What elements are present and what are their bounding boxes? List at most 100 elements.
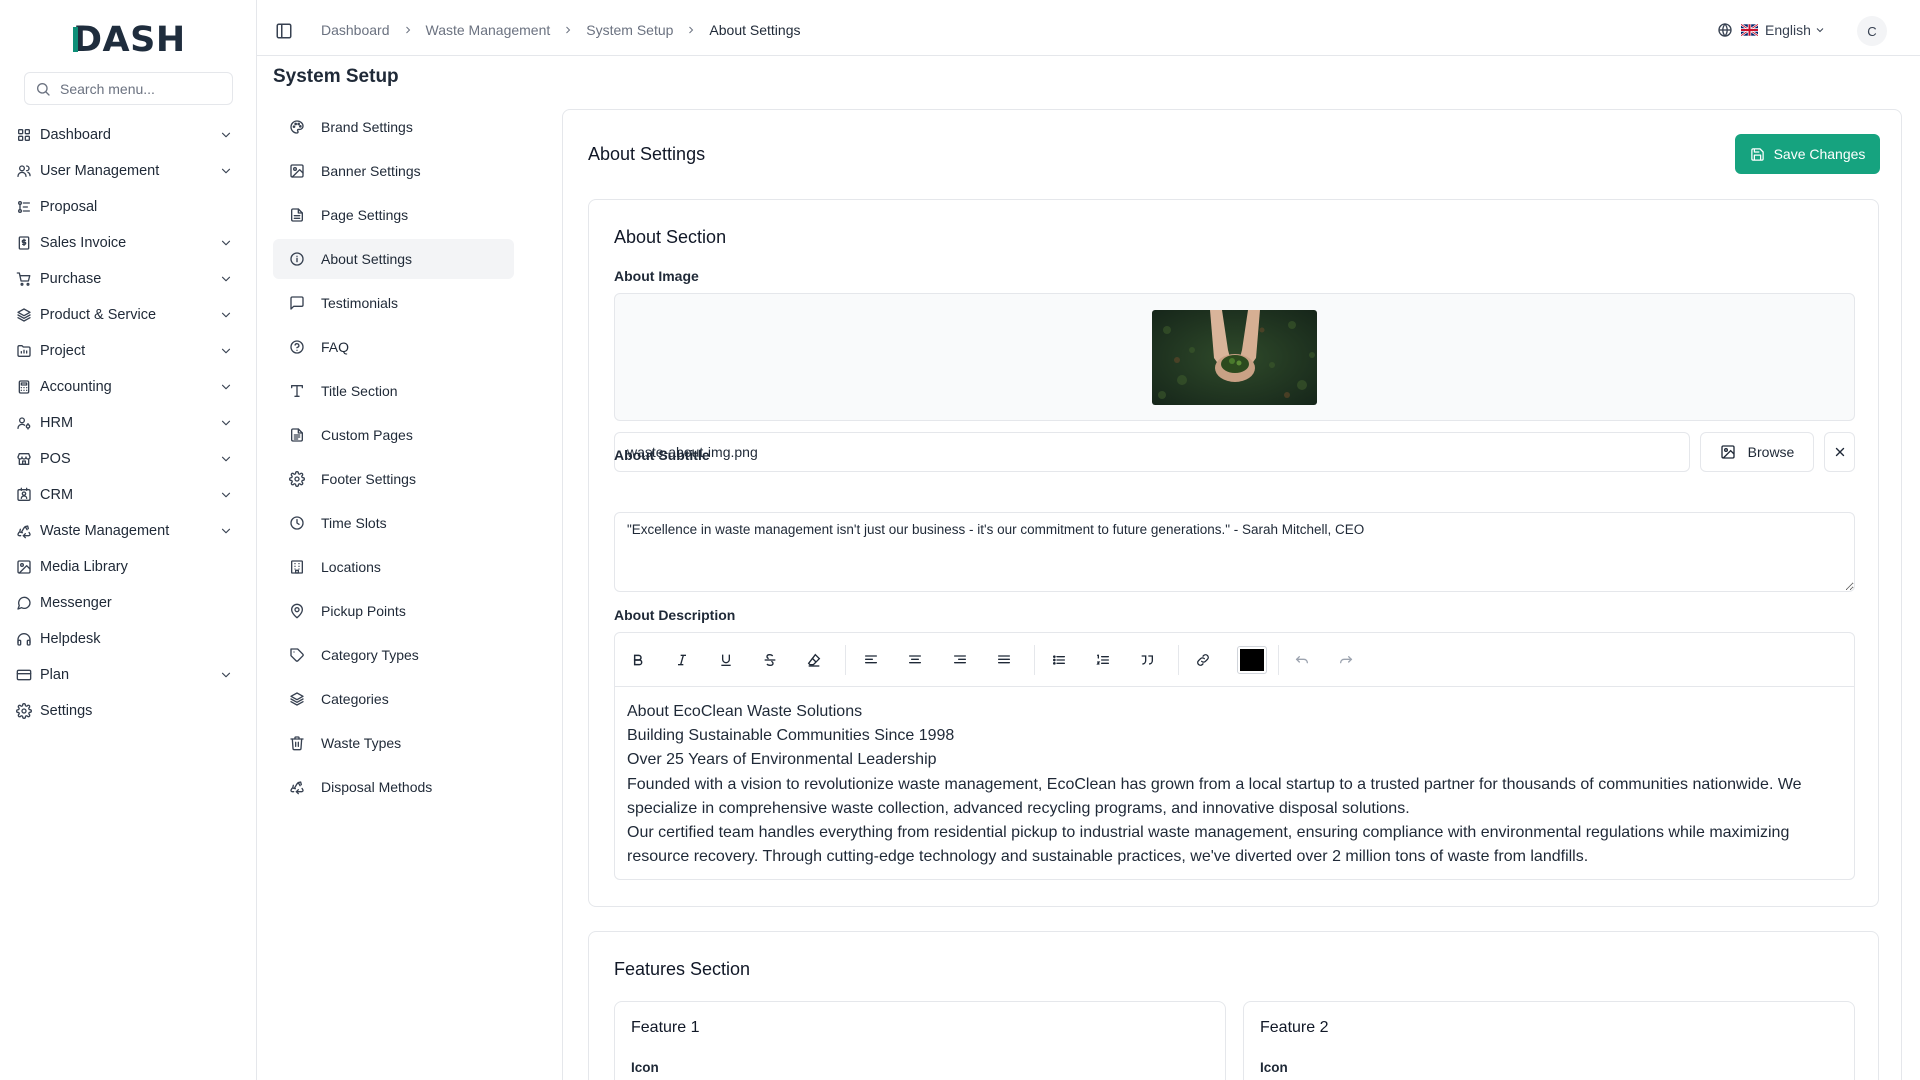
breadcrumb-dashboard[interactable]: Dashboard [321, 22, 390, 38]
chevron-down-icon [221, 348, 231, 354]
link-icon[interactable] [1193, 650, 1213, 670]
save-changes-label: Save Changes [1773, 146, 1866, 162]
undo-icon[interactable] [1292, 650, 1312, 670]
submenu-item-faq[interactable]: FAQ [273, 327, 514, 367]
submenu-item-label: Page Settings [321, 207, 409, 223]
uk-flag-icon [1741, 24, 1758, 36]
submenu-item-page-settings[interactable]: Page Settings [273, 195, 514, 235]
clear-image-button[interactable] [1824, 432, 1855, 472]
sidebar-item-accounting[interactable]: Accounting [0, 369, 257, 405]
tag-icon [290, 648, 304, 662]
app-logo[interactable]: DASH [73, 18, 185, 58]
file-icon [291, 208, 303, 222]
sidebar-item-plan[interactable]: Plan [0, 657, 257, 693]
submenu-item-categories[interactable]: Categories [273, 679, 514, 719]
text-color-picker[interactable] [1237, 646, 1267, 674]
chevron-down-icon [221, 492, 231, 498]
sidebar-item-label: Waste Management [40, 523, 170, 539]
chevron-down-icon [221, 312, 231, 318]
sidebar-item-project[interactable]: Project [0, 333, 257, 369]
submenu-item-waste-types[interactable]: Waste Types [273, 723, 514, 763]
chevron-right-icon [566, 26, 571, 34]
sidebar-item-messenger[interactable]: Messenger [0, 585, 257, 621]
align-left-icon[interactable] [861, 650, 881, 670]
sidebar-item-settings[interactable]: Settings [0, 693, 257, 729]
sidebar-item-label: Project [40, 343, 86, 359]
submenu-item-banner-settings[interactable]: Banner Settings [273, 151, 514, 191]
sidebar-item-label: Sales Invoice [40, 235, 127, 251]
top-header: Dashboard Waste Management System Setup … [257, 0, 1920, 56]
chevron-down-icon [221, 672, 231, 678]
sidebar-item-waste-management[interactable]: Waste Management [0, 513, 257, 549]
bold-icon[interactable] [628, 650, 648, 670]
about-section-title: About Section [614, 227, 727, 247]
sidebar-item-proposal[interactable]: Proposal [0, 189, 257, 225]
underline-icon[interactable] [716, 650, 736, 670]
submenu-item-brand-settings[interactable]: Brand Settings [273, 107, 514, 147]
breadcrumb-waste-management[interactable]: Waste Management [426, 22, 551, 38]
ordered-list-icon[interactable] [1093, 650, 1113, 670]
plan-icon [16, 669, 32, 681]
editor-content[interactable]: About EcoClean Waste Solutions Building … [615, 687, 1854, 869]
breadcrumb-current: About Settings [709, 22, 801, 38]
quote-icon[interactable] [1137, 650, 1157, 670]
sidebar-toggle-icon[interactable] [275, 22, 293, 40]
submenu-item-disposal-methods[interactable]: Disposal Methods [273, 767, 514, 807]
sidebar-item-dashboard[interactable]: Dashboard [0, 117, 257, 153]
submenu-item-category-types[interactable]: Category Types [273, 635, 514, 675]
features-section-title: Features Section [614, 959, 751, 979]
bullet-list-icon[interactable] [1049, 650, 1069, 670]
about-image-preview [1152, 310, 1317, 405]
sidebar-item-user-management[interactable]: User Management [0, 153, 257, 189]
chevron-down-icon [221, 240, 231, 246]
browse-label: Browse [1747, 444, 1795, 460]
palette-icon [290, 120, 304, 134]
sidebar-item-hrm[interactable]: HRM [0, 405, 257, 441]
chevron-down-icon [221, 132, 231, 138]
save-changes-button[interactable]: Save Changes [1735, 134, 1880, 174]
clear-format-icon[interactable] [804, 650, 824, 670]
align-center-icon[interactable] [905, 650, 925, 670]
user-avatar[interactable]: C [1857, 16, 1887, 46]
language-label: English [1765, 22, 1811, 38]
sidebar-item-media-library[interactable]: Media Library [0, 549, 257, 585]
search-input[interactable] [60, 80, 220, 97]
chevron-down-icon [221, 276, 231, 282]
sidebar-item-product-and-service[interactable]: Product & Service [0, 297, 257, 333]
sidebar-item-label: Product & Service [40, 307, 157, 323]
sidebar-item-purchase[interactable]: Purchase [0, 261, 257, 297]
submenu-item-time-slots[interactable]: Time Slots [273, 503, 514, 543]
sidebar-item-crm[interactable]: CRM [0, 477, 257, 513]
italic-icon[interactable] [672, 650, 692, 670]
strikethrough-icon[interactable] [760, 650, 780, 670]
submenu-item-footer-settings[interactable]: Footer Settings [273, 459, 514, 499]
redo-icon[interactable] [1336, 650, 1356, 670]
grid-icon [17, 129, 30, 141]
about-description-label: About Description [614, 607, 736, 623]
about-subtitle-textarea[interactable]: "Excellence in waste management isn't ju… [614, 512, 1855, 592]
sidebar-item-label: User Management [40, 163, 160, 179]
submenu-item-title-section[interactable]: Title Section [273, 371, 514, 411]
language-selector[interactable]: English [1717, 22, 1826, 38]
search-box[interactable] [24, 72, 233, 105]
align-right-icon[interactable] [950, 650, 970, 670]
sidebar-item-sales-invoice[interactable]: Sales Invoice [0, 225, 257, 261]
description-line: About EcoClean Waste Solutions [627, 703, 863, 720]
align-justify-icon[interactable] [994, 650, 1014, 670]
submenu-item-pickup-points[interactable]: Pickup Points [273, 591, 514, 631]
submenu-item-testimonials[interactable]: Testimonials [273, 283, 514, 323]
breadcrumb: Dashboard Waste Management System Setup … [321, 22, 800, 38]
submenu-item-custom-pages[interactable]: Custom Pages [273, 415, 514, 455]
breadcrumb-system-setup[interactable]: System Setup [586, 22, 673, 38]
submenu-item-locations[interactable]: Locations [273, 547, 514, 587]
calculator-icon [18, 380, 30, 394]
feature-card: Feature 1 Icon [614, 1001, 1226, 1080]
sidebar-item-pos[interactable]: POS [0, 441, 257, 477]
submenu-item-label: Pickup Points [321, 603, 406, 619]
submenu-item-about-settings[interactable]: About Settings [273, 239, 514, 279]
browse-button[interactable]: Browse [1700, 432, 1814, 472]
image-filename-input[interactable] [614, 432, 1690, 472]
chevron-down-icon [221, 168, 231, 174]
feature-title: Feature 2 [1260, 1019, 1329, 1036]
sidebar-item-helpdesk[interactable]: Helpdesk [0, 621, 257, 657]
